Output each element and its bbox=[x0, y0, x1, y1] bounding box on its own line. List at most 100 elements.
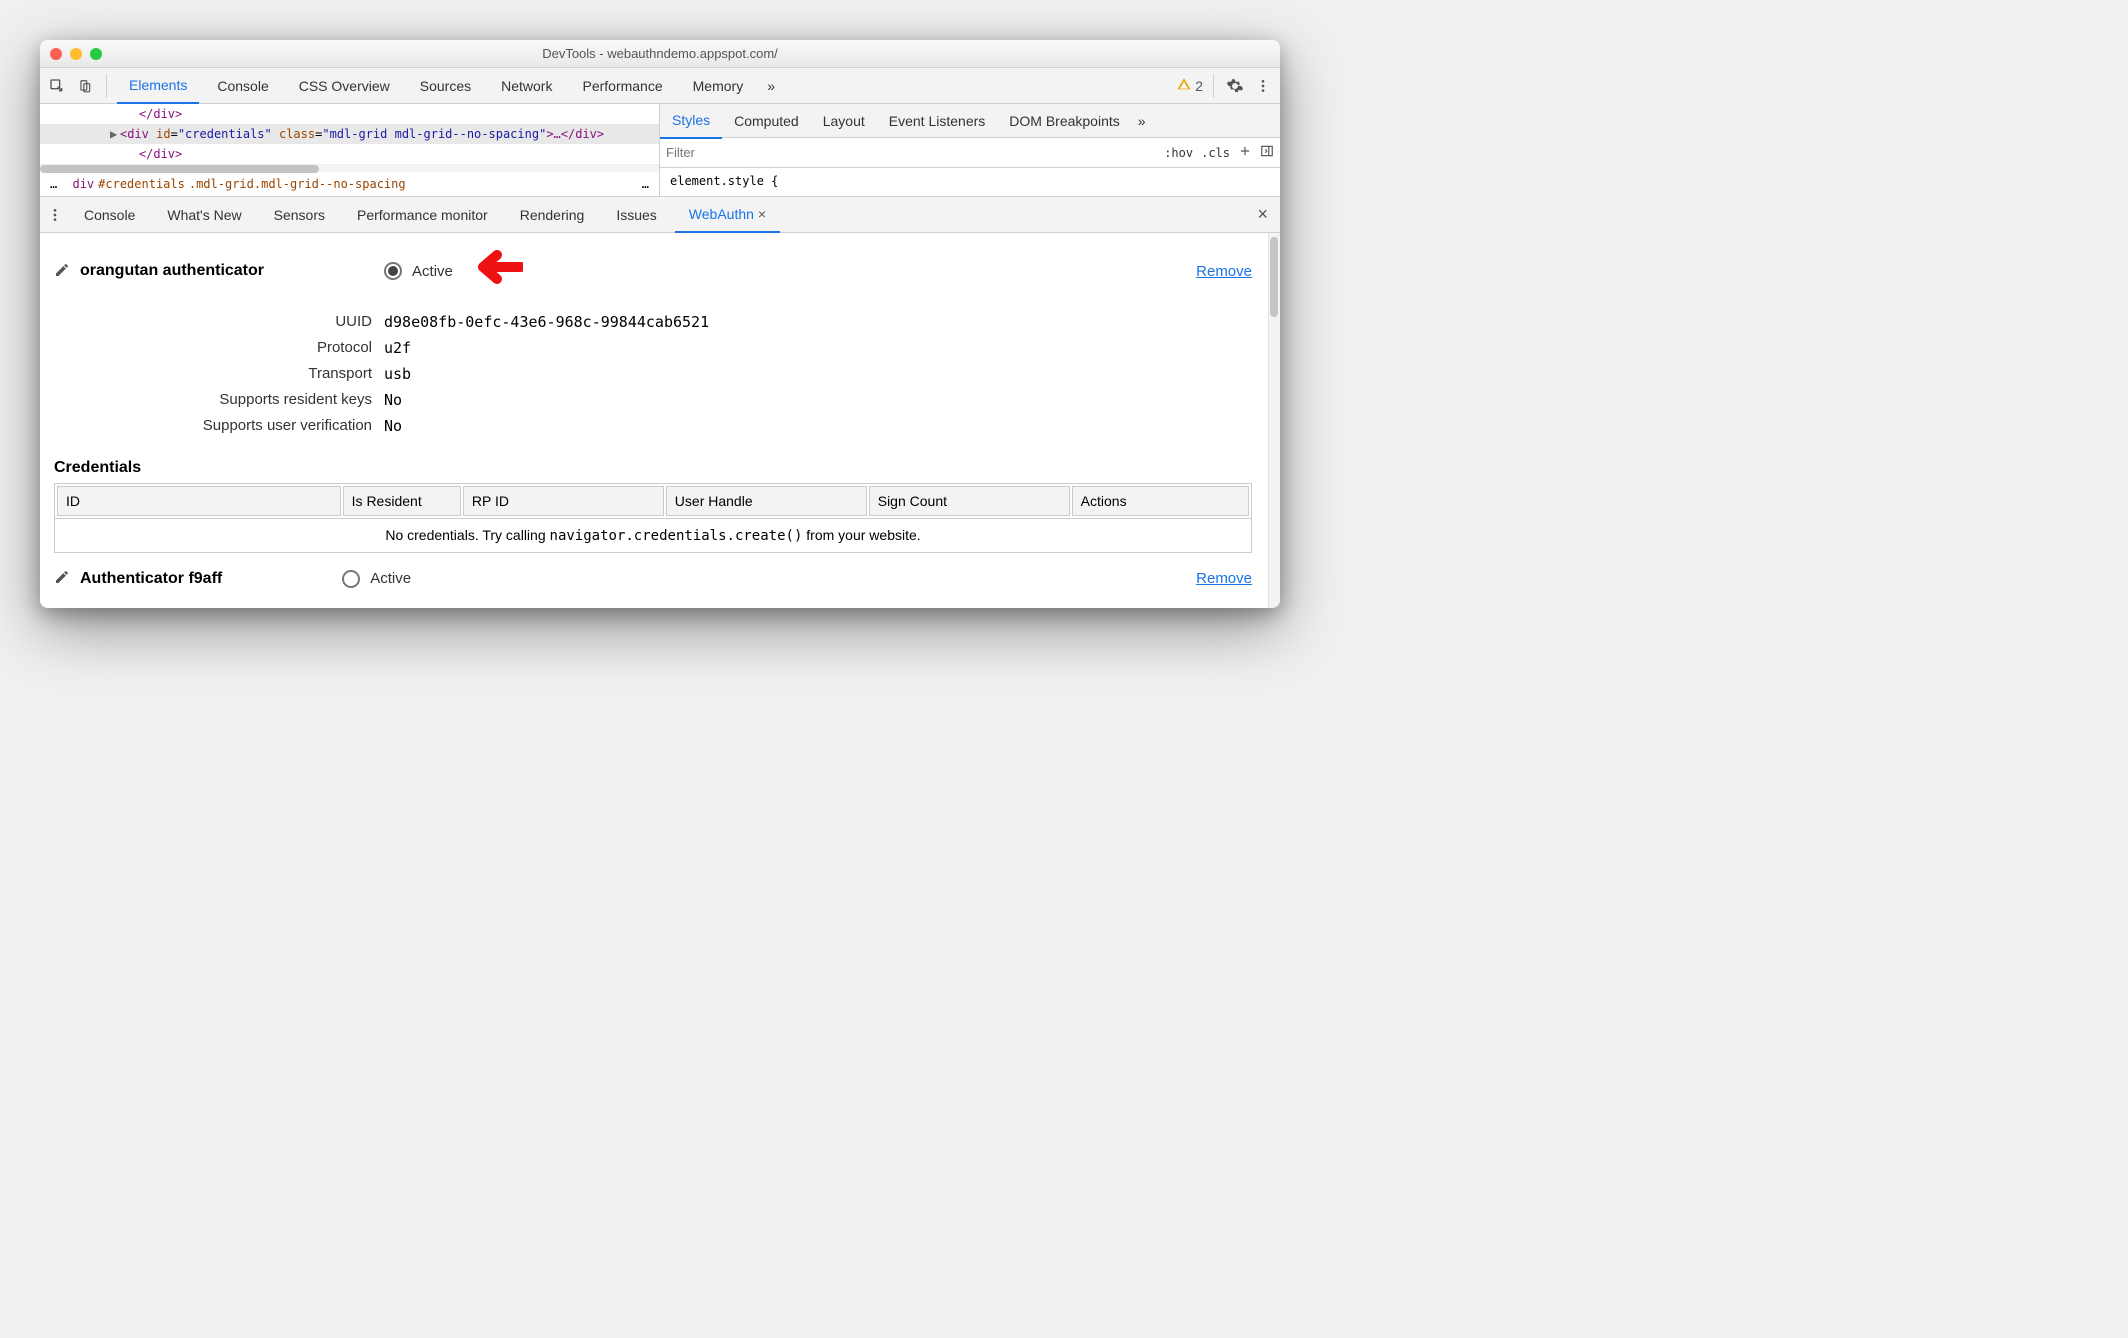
drawer-tab-whatsnew[interactable]: What's New bbox=[153, 197, 255, 233]
webauthn-pane: orangutan authenticator Active Remove UU… bbox=[40, 233, 1280, 608]
drawer-close-icon[interactable]: × bbox=[1257, 204, 1268, 225]
tab-layout[interactable]: Layout bbox=[811, 103, 877, 139]
dom-line[interactable]: </div> bbox=[40, 144, 659, 164]
col-resident: Is Resident bbox=[343, 486, 461, 516]
tab-more[interactable]: » bbox=[1132, 103, 1152, 139]
authenticator-name: orangutan authenticator bbox=[80, 262, 264, 280]
credentials-table: ID Is Resident RP ID User Handle Sign Co… bbox=[54, 483, 1252, 519]
drawer-tab-rendering[interactable]: Rendering bbox=[506, 197, 599, 233]
tab-computed[interactable]: Computed bbox=[722, 103, 811, 139]
tab-memory[interactable]: Memory bbox=[681, 68, 756, 104]
active-label: Active bbox=[412, 263, 453, 280]
remove-link[interactable]: Remove bbox=[1196, 263, 1252, 280]
annotation-arrow-icon bbox=[463, 249, 523, 293]
breadcrumb-ellipsis[interactable]: … bbox=[50, 177, 57, 191]
drawer-tab-webauthn[interactable]: WebAuthn× bbox=[675, 197, 780, 233]
credentials-heading: Credentials bbox=[54, 449, 1252, 483]
traffic-lights bbox=[50, 48, 102, 60]
separator bbox=[106, 74, 107, 98]
styles-tab-bar: Styles Computed Layout Event Listeners D… bbox=[660, 104, 1280, 138]
dom-line[interactable]: </div> bbox=[40, 104, 659, 124]
tab-network[interactable]: Network bbox=[489, 68, 564, 104]
tab-performance[interactable]: Performance bbox=[570, 68, 674, 104]
devtools-window: DevTools - webauthndemo.appspot.com/ Ele… bbox=[40, 40, 1280, 608]
styles-filter-row: :hov .cls bbox=[660, 138, 1280, 168]
drawer-tab-issues[interactable]: Issues bbox=[602, 197, 670, 233]
prop-value: d98e08fb-0efc-43e6-968c-99844cab6521 bbox=[384, 313, 709, 331]
hov-toggle[interactable]: :hov bbox=[1164, 146, 1193, 160]
authenticator-block: orangutan authenticator Active Remove UU… bbox=[54, 233, 1266, 553]
panes: </div> ▶<div id="credentials" class="mdl… bbox=[40, 104, 1280, 197]
close-window-button[interactable] bbox=[50, 48, 62, 60]
prop-value: No bbox=[384, 391, 402, 409]
drawer-tab-sensors[interactable]: Sensors bbox=[260, 197, 339, 233]
warnings-badge[interactable]: 2 bbox=[1177, 77, 1203, 94]
kebab-menu-icon[interactable] bbox=[1252, 75, 1274, 97]
minimize-window-button[interactable] bbox=[70, 48, 82, 60]
breadcrumb-class[interactable]: .mdl-grid.mdl-grid--no-spacing bbox=[189, 177, 406, 191]
active-radio[interactable] bbox=[384, 262, 402, 280]
separator bbox=[1213, 74, 1214, 98]
tab-sources[interactable]: Sources bbox=[408, 68, 483, 104]
toggle-device-icon[interactable] bbox=[74, 75, 96, 97]
breadcrumb-ellipsis[interactable]: … bbox=[642, 177, 649, 191]
credentials-empty-message: No credentials. Try calling navigator.cr… bbox=[54, 519, 1252, 553]
drawer-tab-bar: Console What's New Sensors Performance m… bbox=[40, 197, 1280, 233]
col-actions: Actions bbox=[1072, 486, 1249, 516]
prop-key: Supports resident keys bbox=[54, 391, 384, 409]
horizontal-scrollbar[interactable] bbox=[40, 164, 659, 172]
element-style-block[interactable]: element.style { bbox=[660, 168, 1280, 194]
inspect-element-icon[interactable] bbox=[46, 75, 68, 97]
col-userhandle: User Handle bbox=[666, 486, 867, 516]
prop-key: Supports user verification bbox=[54, 417, 384, 435]
warning-count: 2 bbox=[1195, 78, 1203, 94]
vertical-scrollbar-thumb[interactable] bbox=[1270, 237, 1278, 317]
tab-console[interactable]: Console bbox=[205, 68, 280, 104]
remove-link[interactable]: Remove bbox=[1196, 570, 1252, 587]
drawer-tab-perfmon[interactable]: Performance monitor bbox=[343, 197, 502, 233]
tab-event-listeners[interactable]: Event Listeners bbox=[877, 103, 998, 139]
authenticator-header: Authenticator f9aff Active Remove bbox=[54, 563, 1252, 594]
col-signcount: Sign Count bbox=[869, 486, 1070, 516]
vertical-scrollbar-track[interactable] bbox=[1268, 233, 1280, 608]
prop-value: No bbox=[384, 417, 402, 435]
toggle-computed-sidebar-icon[interactable] bbox=[1260, 144, 1274, 161]
main-tab-bar: Elements Console CSS Overview Sources Ne… bbox=[40, 68, 1280, 104]
prop-key: Transport bbox=[54, 365, 384, 383]
drawer-tab-console[interactable]: Console bbox=[70, 197, 149, 233]
edit-icon[interactable] bbox=[54, 262, 70, 281]
breadcrumb-id[interactable]: #credentials bbox=[98, 177, 185, 191]
drawer-kebab-icon[interactable] bbox=[44, 204, 66, 226]
dom-tree[interactable]: </div> ▶<div id="credentials" class="mdl… bbox=[40, 104, 660, 196]
styles-filter-input[interactable] bbox=[666, 142, 1156, 164]
warning-icon bbox=[1177, 77, 1191, 94]
authenticator-header: orangutan authenticator Active Remove bbox=[54, 243, 1252, 299]
dom-breadcrumb[interactable]: … div #credentials .mdl-grid.mdl-grid--no-… bbox=[40, 172, 659, 196]
authenticator-block: Authenticator f9aff Active Remove bbox=[54, 553, 1266, 594]
tab-css-overview[interactable]: CSS Overview bbox=[287, 68, 402, 104]
active-label: Active bbox=[370, 570, 411, 587]
zoom-window-button[interactable] bbox=[90, 48, 102, 60]
tab-elements[interactable]: Elements bbox=[117, 68, 199, 104]
styles-pane: Styles Computed Layout Event Listeners D… bbox=[660, 104, 1280, 196]
prop-key: Protocol bbox=[54, 339, 384, 357]
tab-more[interactable]: » bbox=[761, 68, 781, 104]
table-header-row: ID Is Resident RP ID User Handle Sign Co… bbox=[57, 486, 1249, 516]
col-id: ID bbox=[57, 486, 341, 516]
new-style-rule-icon[interactable] bbox=[1238, 144, 1252, 161]
tab-styles[interactable]: Styles bbox=[660, 103, 722, 139]
prop-value: usb bbox=[384, 365, 411, 383]
settings-gear-icon[interactable] bbox=[1224, 75, 1246, 97]
tab-dom-breakpoints[interactable]: DOM Breakpoints bbox=[997, 103, 1131, 139]
cls-toggle[interactable]: .cls bbox=[1201, 146, 1230, 160]
prop-value: u2f bbox=[384, 339, 411, 357]
edit-icon[interactable] bbox=[54, 569, 70, 588]
active-radio[interactable] bbox=[342, 570, 360, 588]
close-tab-icon[interactable]: × bbox=[758, 206, 766, 222]
col-rpid: RP ID bbox=[463, 486, 664, 516]
prop-key: UUID bbox=[54, 313, 384, 331]
scrollbar-thumb[interactable] bbox=[40, 165, 319, 173]
dom-line-selected[interactable]: ▶<div id="credentials" class="mdl-grid m… bbox=[40, 124, 659, 144]
breadcrumb-tag[interactable]: div bbox=[72, 177, 94, 191]
authenticator-name: Authenticator f9aff bbox=[80, 570, 222, 588]
